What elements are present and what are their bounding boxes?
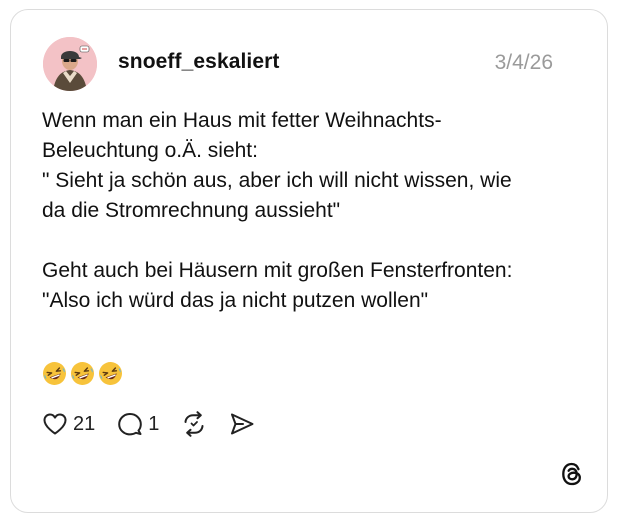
like-button[interactable]: 21 [42,412,95,436]
rolling-on-floor-laughing-icon [42,361,67,386]
repost-button[interactable] [181,411,207,437]
post-text-line [42,226,587,256]
threads-logo-icon[interactable] [559,461,585,487]
like-count: 21 [73,412,96,435]
rolling-on-floor-laughing-icon [98,361,123,386]
share-button[interactable] [229,412,255,436]
post-text-line: Geht auch bei Häusern mit großen Fenster… [42,259,513,282]
reply-button[interactable]: 1 [117,411,159,437]
avatar-image [43,37,97,91]
post-actions: 21 1 [42,410,277,438]
post-text-line: " Sieht ja schön aus, aber ich will nich… [42,169,512,192]
speech-bubble-icon [117,411,143,437]
post-text-line: da die Stromrechnung aussieht" [42,199,341,222]
post-text-line: "Also ich würd das ja nicht putzen wolle… [42,289,429,312]
post-date: 3/4/26 [494,51,553,74]
repost-icon [181,411,207,437]
emoji-row [42,361,123,387]
username[interactable]: snoeff_eskaliert [118,50,280,74]
post-text-line: Wenn man ein Haus mit fetter Weihnachts- [42,109,442,132]
rolling-on-floor-laughing-icon [70,361,95,386]
post-body: Wenn man ein Haus mit fetter Weihnachts-… [42,106,587,316]
send-icon [229,412,255,436]
post-text-line: Beleuchtung o.Ä. sieht: [42,139,258,162]
heart-icon [42,412,68,436]
post-card: snoeff_eskaliert 3/4/26 Wenn man ein Hau… [10,9,608,513]
reply-count: 1 [148,412,160,435]
avatar[interactable] [43,37,97,91]
